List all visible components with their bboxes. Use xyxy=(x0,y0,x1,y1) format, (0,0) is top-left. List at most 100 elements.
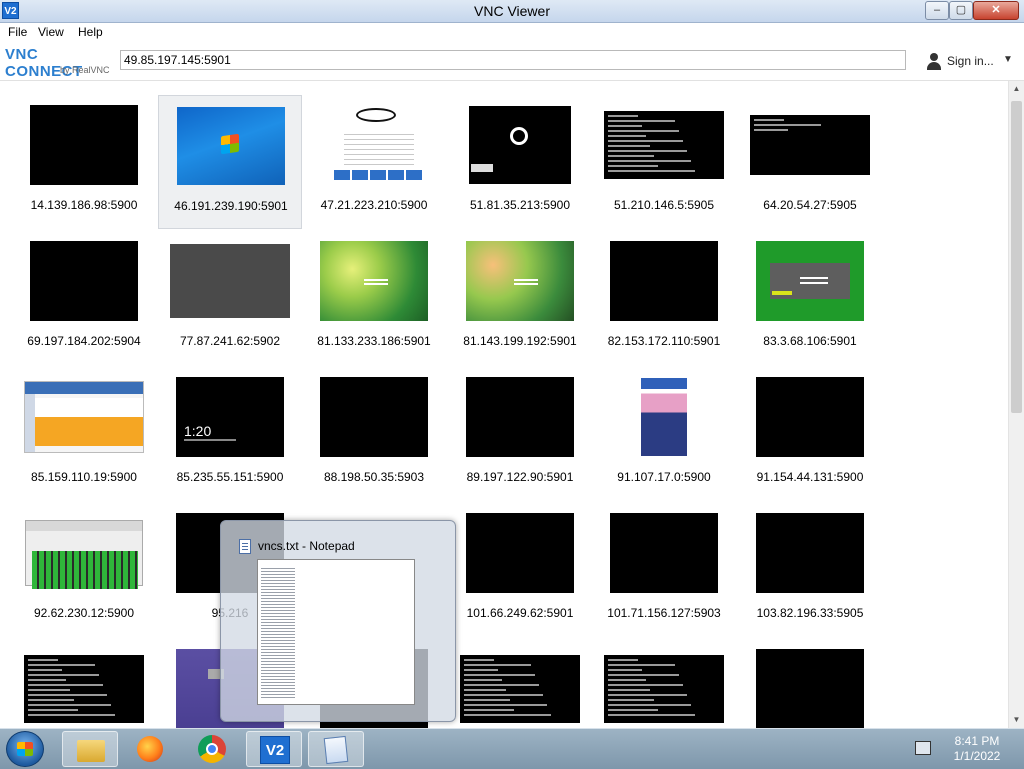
connection-card[interactable]: 101.71.156.127:5903 xyxy=(592,503,736,637)
taskbar-notepad-button[interactable] xyxy=(308,731,364,767)
connection-thumbnail[interactable] xyxy=(756,649,864,728)
menu-file[interactable]: File xyxy=(8,25,27,39)
connection-card[interactable]: 81.143.199.192:5901 xyxy=(448,231,592,365)
connection-thumbnail[interactable] xyxy=(177,107,285,185)
clock-time: 8:41 PM xyxy=(954,734,1000,748)
chrome-icon xyxy=(198,735,226,763)
firefox-icon xyxy=(137,736,163,762)
connection-thumbnail[interactable] xyxy=(30,241,138,321)
connection-card[interactable]: 92.62.230.12:5900 xyxy=(12,503,156,637)
connection-label: 101.71.156.127:5903 xyxy=(607,606,721,620)
connection-card[interactable]: 64.20.54.27:5905 xyxy=(738,95,882,229)
notepad-taskbar-preview[interactable]: vncs.txt - Notepad xyxy=(220,520,456,722)
menu-help[interactable]: Help xyxy=(78,25,103,39)
connection-card[interactable]: 88.198.50.35:5903 xyxy=(302,367,446,501)
connection-card[interactable]: 14.139.186.98:5900 xyxy=(12,95,156,229)
connection-thumbnail[interactable] xyxy=(610,241,718,321)
scroll-down-arrow-icon[interactable]: ▼ xyxy=(1009,712,1024,728)
menu-bar: File View Help xyxy=(0,23,1024,41)
connection-label: 82.153.172.110:5901 xyxy=(607,334,721,348)
notepad-icon xyxy=(323,735,349,765)
vnc-connect-logo: VNC CONNECT by RealVNC xyxy=(5,46,115,80)
connection-card[interactable]: 51.210.146.5:5905 xyxy=(592,95,736,229)
taskbar-firefox-button[interactable] xyxy=(122,731,178,767)
connection-thumbnail[interactable] xyxy=(24,381,144,453)
connection-thumbnail[interactable] xyxy=(641,378,687,456)
lock-screen-time: 1:20 xyxy=(184,423,212,439)
connection-thumbnail[interactable] xyxy=(604,655,724,723)
connection-thumbnail[interactable] xyxy=(756,241,864,321)
connections-grid: 14.139.186.98:5900 46.191.239.190:5901 47.… xyxy=(0,81,1008,728)
connection-thumbnail[interactable] xyxy=(30,105,138,185)
taskbar-clock[interactable]: 8:41 PM 1/1/2022 xyxy=(940,734,1014,764)
connection-thumbnail[interactable] xyxy=(466,377,574,457)
connection-label: 14.139.186.98:5900 xyxy=(30,198,138,212)
chevron-down-icon[interactable]: ▼ xyxy=(1003,54,1013,65)
logo-sub-text: by RealVNC xyxy=(60,65,110,75)
connection-thumbnail[interactable] xyxy=(756,377,864,457)
connection-card[interactable]: 103.82.196.33:5905 xyxy=(738,503,882,637)
scroll-up-arrow-icon[interactable]: ▲ xyxy=(1009,81,1024,97)
connection-label: 69.197.184.202:5904 xyxy=(27,334,141,348)
connection-card[interactable] xyxy=(12,639,156,728)
taskbar-chrome-button[interactable] xyxy=(184,731,240,767)
connection-thumbnail[interactable] xyxy=(756,513,864,593)
connection-label: 83.3.68.106:5901 xyxy=(763,334,857,348)
notepad-preview-title: vncs.txt - Notepad xyxy=(258,539,355,553)
network-icon[interactable] xyxy=(915,741,931,755)
minimize-button[interactable]: – xyxy=(925,1,949,20)
connection-thumbnail[interactable] xyxy=(320,377,428,457)
menu-view[interactable]: View xyxy=(38,25,64,39)
connection-label: 51.81.35.213:5900 xyxy=(469,198,571,212)
connection-label: 91.107.17.0:5900 xyxy=(617,470,711,484)
connection-thumbnail[interactable] xyxy=(25,520,143,589)
connection-thumbnail[interactable] xyxy=(324,104,424,186)
connection-card[interactable]: 1:20 85.235.55.151:5900 xyxy=(158,367,302,501)
connection-thumbnail[interactable] xyxy=(604,111,724,179)
windows-logo-icon xyxy=(17,742,33,756)
connection-label: 92.62.230.12:5900 xyxy=(33,606,135,620)
connection-card[interactable]: 46.191.239.190:5901 xyxy=(158,95,302,229)
maximize-button[interactable]: ▢ xyxy=(949,1,973,20)
connection-card[interactable]: 83.3.68.106:5901 xyxy=(738,231,882,365)
connection-card[interactable]: 51.81.35.213:5900 xyxy=(448,95,592,229)
scrollbar-thumb[interactable] xyxy=(1011,101,1022,413)
connection-card[interactable]: 69.197.184.202:5904 xyxy=(12,231,156,365)
connection-thumbnail[interactable] xyxy=(466,241,574,321)
connection-label: 103.82.196.33:5905 xyxy=(756,606,864,620)
sign-in-label: Sign in... xyxy=(947,54,994,68)
connection-thumbnail[interactable] xyxy=(170,244,290,318)
close-button[interactable]: ✕ xyxy=(973,1,1019,20)
connection-card[interactable] xyxy=(448,639,592,728)
connection-label: 51.210.146.5:5905 xyxy=(613,198,715,212)
connection-thumbnail[interactable] xyxy=(460,655,580,723)
connection-card[interactable] xyxy=(738,639,882,728)
connection-card[interactable]: 85.159.110.19:5900 xyxy=(12,367,156,501)
connection-card[interactable]: 91.154.44.131:5900 xyxy=(738,367,882,501)
taskbar-vnc-button[interactable]: V2 xyxy=(246,731,302,767)
vertical-scrollbar[interactable]: ▲ ▼ xyxy=(1008,81,1024,728)
start-button[interactable] xyxy=(6,731,44,767)
connection-card[interactable]: 81.133.233.186:5901 xyxy=(302,231,446,365)
connection-thumbnail[interactable] xyxy=(24,655,144,723)
connection-thumbnail[interactable] xyxy=(320,241,428,321)
connection-thumbnail[interactable] xyxy=(466,513,574,593)
connection-card[interactable]: 77.87.241.62:5902 xyxy=(158,231,302,365)
connection-card[interactable]: 89.197.122.90:5901 xyxy=(448,367,592,501)
connection-thumbnail[interactable]: 1:20 xyxy=(176,377,284,457)
windows-explorer-icon xyxy=(77,740,105,762)
connection-card[interactable]: 91.107.17.0:5900 xyxy=(592,367,736,501)
connection-card[interactable]: 101.66.249.62:5901 xyxy=(448,503,592,637)
connection-card[interactable] xyxy=(592,639,736,728)
connection-card[interactable]: 47.21.223.210:5900 xyxy=(302,95,446,229)
connection-thumbnail[interactable] xyxy=(469,106,571,184)
notepad-preview-thumbnail[interactable] xyxy=(257,559,415,705)
taskbar-explorer-button[interactable] xyxy=(62,731,118,767)
user-icon xyxy=(925,53,943,71)
address-input[interactable] xyxy=(120,50,906,70)
connection-label: 47.21.223.210:5900 xyxy=(320,198,428,212)
connection-label: 46.191.239.190:5901 xyxy=(174,199,288,213)
connection-thumbnail[interactable] xyxy=(750,115,870,175)
connection-thumbnail[interactable] xyxy=(610,513,718,593)
connection-card[interactable]: 82.153.172.110:5901 xyxy=(592,231,736,365)
